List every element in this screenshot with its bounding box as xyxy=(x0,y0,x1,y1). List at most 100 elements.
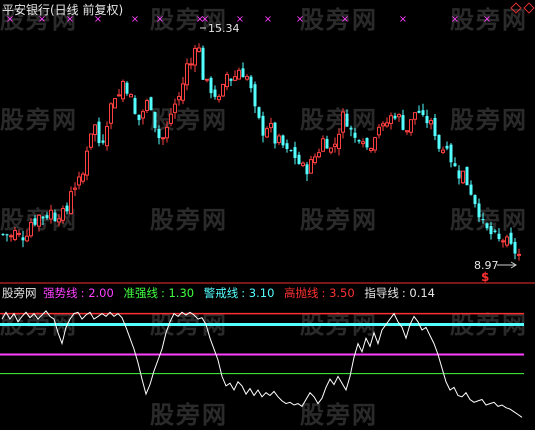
candle-body xyxy=(153,111,157,129)
cross-marker: × xyxy=(341,14,349,25)
candle-body xyxy=(289,150,293,152)
candle-body xyxy=(213,89,217,97)
candle-body xyxy=(257,107,261,118)
cross-marker: × xyxy=(131,14,139,25)
candle-body xyxy=(345,113,349,127)
legend-warn: 警戒线: 3.10 xyxy=(203,286,275,300)
candle-body xyxy=(173,103,177,113)
legend-guide-value: 0.14 xyxy=(409,286,435,300)
candle-body xyxy=(413,112,417,120)
candle-body xyxy=(241,68,245,78)
candle-body xyxy=(197,47,201,52)
candle-body xyxy=(209,77,213,94)
stock-chart: × × × × × × ×× × × × × × × × 15.34 8.97 $ xyxy=(0,14,535,418)
candle-body xyxy=(205,78,209,81)
candle-body xyxy=(457,170,461,179)
candle-body xyxy=(57,218,61,223)
candle-body xyxy=(249,76,253,89)
candle-body xyxy=(477,203,481,218)
candle-body xyxy=(325,138,329,149)
candle-body xyxy=(433,117,437,137)
candle-body xyxy=(405,130,409,133)
cross-marker: × xyxy=(399,14,407,25)
candle-body xyxy=(201,47,205,80)
candle-body xyxy=(337,133,341,150)
candle-body xyxy=(85,150,89,176)
candle-body xyxy=(193,47,197,66)
candle-body xyxy=(317,152,321,158)
candle-body xyxy=(349,127,353,130)
candle-body xyxy=(297,154,301,165)
candle-body xyxy=(353,132,357,138)
candle-body xyxy=(377,126,381,136)
legend-guide-label: 指导线 xyxy=(364,286,399,300)
candle-body xyxy=(177,96,181,101)
candle-body xyxy=(321,138,325,152)
candle-body xyxy=(229,78,233,81)
candle-body xyxy=(17,232,21,235)
candle-body xyxy=(245,76,249,80)
candle-body xyxy=(357,140,361,142)
candle-body xyxy=(149,97,153,111)
candle-body xyxy=(41,216,45,219)
candle-body xyxy=(429,120,433,125)
legend-guide: 指导线: 0.14 xyxy=(364,286,435,300)
candle-body xyxy=(1,233,5,235)
indicator-level-lines xyxy=(0,312,524,375)
candle-body xyxy=(393,115,397,119)
candle-body xyxy=(109,103,113,124)
candle-body xyxy=(341,111,345,133)
cross-marker: × xyxy=(451,14,459,25)
guide-line xyxy=(1,310,523,418)
candle-body xyxy=(137,114,141,121)
legend-warn-label: 警戒线 xyxy=(203,286,239,300)
candle-body xyxy=(181,83,185,101)
cross-marker: × xyxy=(264,14,272,25)
candle-body xyxy=(473,194,477,205)
candle-body xyxy=(101,140,105,143)
candle-body xyxy=(221,83,225,97)
candlestick-series xyxy=(1,43,521,261)
candle-body xyxy=(409,119,413,133)
candle-body xyxy=(169,113,173,124)
candle-body xyxy=(285,143,289,149)
candle-body xyxy=(273,122,277,144)
legend-high: 高抛线: 3.50 xyxy=(284,286,355,300)
candle-body xyxy=(265,128,269,138)
candle-body xyxy=(105,125,109,147)
candle-body xyxy=(29,222,33,237)
candle-body xyxy=(121,80,125,100)
candle-body xyxy=(437,134,441,149)
candle-body xyxy=(281,135,285,146)
candle-body xyxy=(133,98,137,114)
candle-body xyxy=(461,170,465,184)
candle-body xyxy=(69,191,73,215)
candle-body xyxy=(13,230,17,240)
candle-body xyxy=(185,63,189,86)
indicator-legend: 股旁网 强势线: 2.00 准强线: 1.30 警戒线: 3.10 高抛线: 3… xyxy=(2,285,441,301)
candle-body xyxy=(77,176,81,186)
candle-body xyxy=(301,162,305,166)
candle-body xyxy=(161,137,165,140)
candle-body xyxy=(421,110,425,115)
candle-body xyxy=(397,114,401,118)
candle-body xyxy=(517,253,521,256)
candle-body xyxy=(481,218,485,220)
legend-quasi-label: 准强线 xyxy=(123,286,158,300)
candle-body xyxy=(493,230,497,232)
candle-body xyxy=(509,232,513,244)
candle-body xyxy=(513,241,517,254)
candle-body xyxy=(157,129,161,139)
candle-body xyxy=(117,94,121,97)
candle-body xyxy=(501,240,505,243)
candle-body xyxy=(333,143,337,148)
candle-body xyxy=(305,164,309,175)
chart-title: 平安银行(日线 前复权) xyxy=(2,3,124,17)
candle-body xyxy=(313,156,317,164)
candle-body xyxy=(385,122,389,127)
candle-body xyxy=(93,124,97,136)
candle-body xyxy=(277,135,281,144)
legend-high-value: 3.50 xyxy=(329,286,355,300)
candle-body xyxy=(381,123,385,127)
candle-body xyxy=(233,76,237,81)
